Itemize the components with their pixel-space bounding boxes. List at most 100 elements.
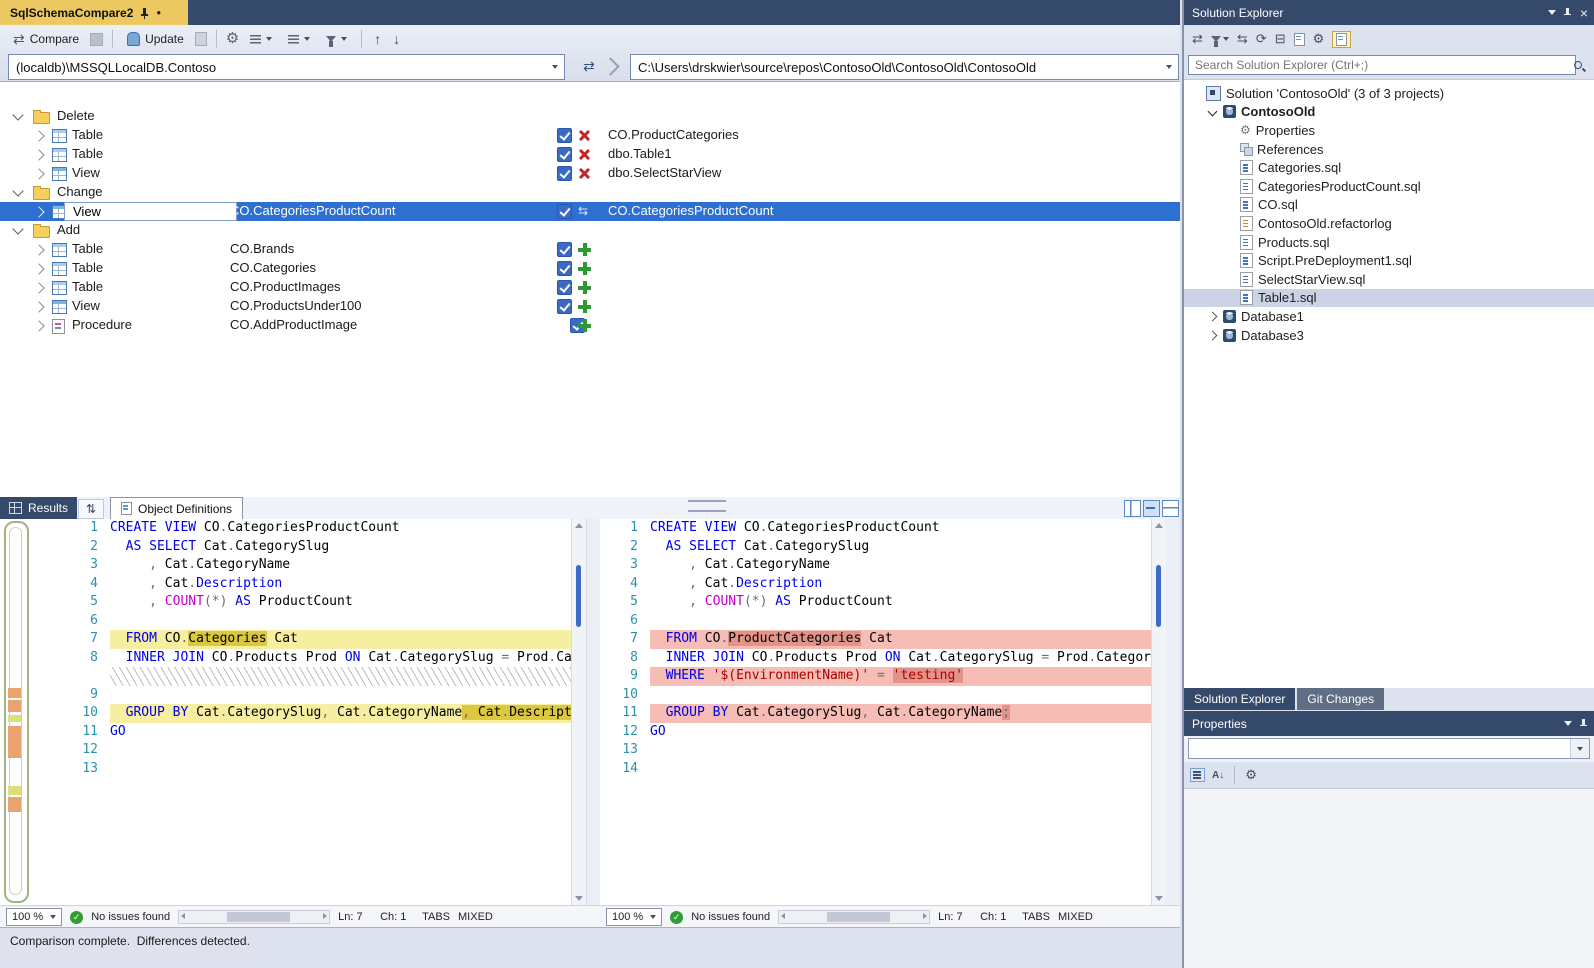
- source-connection-dropdown[interactable]: (localdb)\MSSQLLocalDB.Contoso: [8, 54, 565, 80]
- tree-item-contosoold[interactable]: ContosoOld: [1184, 103, 1594, 122]
- code-line[interactable]: 10: [600, 686, 1166, 705]
- code-line[interactable]: 12GO: [600, 723, 1166, 742]
- code-line[interactable]: 1CREATE VIEW CO.CategoriesProductCount: [600, 519, 1166, 538]
- tree-item-categories-sql[interactable]: Categories.sql: [1184, 158, 1594, 177]
- source-definition-editor[interactable]: 1CREATE VIEW CO.CategoriesProductCount2 …: [32, 519, 586, 905]
- switch-views-icon[interactable]: ⇆: [1237, 31, 1248, 47]
- categorized-icon[interactable]: [1190, 768, 1205, 782]
- type-cell-focused[interactable]: View: [64, 202, 237, 221]
- code-line[interactable]: 4 , Cat.Description: [32, 575, 586, 594]
- collapsed-chevron-icon[interactable]: [1207, 332, 1218, 339]
- show-all-files-icon[interactable]: [1294, 33, 1305, 46]
- property-pages-icon[interactable]: ⚙: [1245, 767, 1257, 783]
- code-line[interactable]: 4 , Cat.Description: [600, 575, 1166, 594]
- code-line[interactable]: 2 AS SELECT Cat.CategorySlug: [32, 538, 586, 557]
- update-button[interactable]: Update: [122, 30, 189, 48]
- row-expand-chevron-icon[interactable]: [33, 149, 44, 160]
- compare-group-delete[interactable]: Delete: [0, 107, 1180, 126]
- sort-results-button[interactable]: [283, 33, 315, 46]
- pin-icon[interactable]: [140, 7, 149, 19]
- tree-item-co-sql[interactable]: CO.sql: [1184, 196, 1594, 215]
- code-line[interactable]: [32, 667, 586, 686]
- auto-hide-pin-icon[interactable]: [1564, 7, 1572, 19]
- compare-row[interactable]: TableCO.ProductImages: [0, 278, 1180, 297]
- refresh-icon[interactable]: ⟳: [1256, 31, 1267, 47]
- scrollbar-thumb[interactable]: [576, 565, 581, 627]
- target-connection-dropdown[interactable]: C:\Users\drskwier\source\repos\ContosoOl…: [630, 54, 1179, 80]
- left-horizontal-scrollbar[interactable]: [178, 910, 330, 924]
- row-expand-chevron-icon[interactable]: [33, 263, 44, 274]
- code-line[interactable]: 5 , COUNT(*) AS ProductCount: [600, 593, 1166, 612]
- tab-sqlschemacompare2[interactable]: SqlSchemaCompare2 ●: [0, 0, 188, 25]
- code-line[interactable]: 2 AS SELECT Cat.CategorySlug: [600, 538, 1166, 557]
- include-checkbox[interactable]: [557, 242, 572, 257]
- switch-direction-icon[interactable]: ⇄: [578, 56, 600, 77]
- code-line[interactable]: 10 GROUP BY Cat.CategorySlug, Cat.Catego…: [32, 704, 586, 723]
- target-definition-editor[interactable]: 1CREATE VIEW CO.CategoriesProductCount2 …: [600, 519, 1166, 905]
- layout-split-icon[interactable]: [1162, 500, 1179, 517]
- group-expand-chevron-icon[interactable]: [12, 109, 23, 120]
- sync-with-active-document-icon[interactable]: ⇄: [1192, 31, 1203, 47]
- code-line[interactable]: 13: [32, 760, 586, 779]
- tree-item-selectstarview-sql[interactable]: SelectStarView.sql: [1184, 270, 1594, 289]
- code-line[interactable]: 13: [600, 741, 1166, 760]
- code-line[interactable]: 1CREATE VIEW CO.CategoriesProductCount: [32, 519, 586, 538]
- compare-row[interactable]: ViewCO.CategoriesProductCount⇆CO.Categor…: [0, 202, 1180, 221]
- options-gear-icon[interactable]: ⚙: [226, 32, 239, 46]
- tree-item-categoriesproductcount-sql[interactable]: CategoriesProductCount.sql: [1184, 177, 1594, 196]
- tab-git-changes[interactable]: Git Changes: [1297, 688, 1384, 710]
- include-checkbox[interactable]: [557, 299, 572, 314]
- compare-row[interactable]: Tabledbo.Table1: [0, 145, 1180, 164]
- collapsed-chevron-icon[interactable]: [1207, 313, 1218, 320]
- properties-object-dropdown[interactable]: [1188, 738, 1590, 759]
- right-horizontal-scrollbar[interactable]: [778, 910, 930, 924]
- code-line[interactable]: 14: [600, 760, 1166, 779]
- tree-item-references[interactable]: References: [1184, 140, 1594, 159]
- diff-overview-margin[interactable]: [0, 519, 32, 905]
- right-editor-vertical-scrollbar[interactable]: [1151, 519, 1166, 905]
- preview-selected-items-icon[interactable]: [1332, 31, 1351, 48]
- tab-object-definitions[interactable]: Object Definitions: [110, 497, 243, 519]
- group-results-button[interactable]: [245, 33, 277, 46]
- row-expand-chevron-icon[interactable]: [33, 301, 44, 312]
- group-expand-chevron-icon[interactable]: [12, 223, 23, 234]
- scrollbar-thumb[interactable]: [1156, 565, 1161, 627]
- tree-item-solution-contosoold-3-of-3-projects[interactable]: Solution 'ContosoOld' (3 of 3 projects): [1184, 84, 1594, 103]
- group-expand-chevron-icon[interactable]: [12, 185, 23, 196]
- code-line[interactable]: 6: [32, 612, 586, 631]
- code-line[interactable]: 3 , Cat.CategoryName: [600, 556, 1166, 575]
- search-icon[interactable]: [1573, 60, 1586, 73]
- close-icon[interactable]: ×: [1580, 6, 1588, 20]
- compare-group-add[interactable]: Add: [0, 221, 1180, 240]
- include-checkbox[interactable]: [557, 147, 572, 162]
- row-expand-chevron-icon[interactable]: [33, 168, 44, 179]
- code-line[interactable]: 7 FROM CO.Categories Cat: [32, 630, 586, 649]
- tree-item-table1-sql[interactable]: Table1.sql: [1184, 289, 1594, 308]
- search-input[interactable]: [1188, 55, 1576, 75]
- pending-changes-filter-icon[interactable]: [1211, 36, 1229, 42]
- auto-hide-pin-icon[interactable]: [1580, 718, 1588, 730]
- code-line[interactable]: 11GO: [32, 723, 586, 742]
- next-change-icon[interactable]: ↓: [390, 31, 403, 47]
- code-line[interactable]: 12: [32, 741, 586, 760]
- filter-button[interactable]: [321, 34, 352, 44]
- previous-change-icon[interactable]: ↑: [371, 31, 384, 47]
- expanded-chevron-icon[interactable]: [1207, 108, 1218, 115]
- layout-side-by-side-icon[interactable]: [1124, 500, 1141, 517]
- code-line[interactable]: 8 INNER JOIN CO.Products Prod ON Cat.Cat…: [32, 649, 586, 668]
- row-expand-chevron-icon[interactable]: [33, 282, 44, 293]
- window-menu-chevron-icon[interactable]: [1548, 10, 1556, 15]
- tree-item-products-sql[interactable]: Products.sql: [1184, 233, 1594, 252]
- code-line[interactable]: 11 GROUP BY Cat.CategorySlug, Cat.Catego…: [600, 704, 1166, 723]
- code-line[interactable]: 7 FROM CO.ProductCategories Cat: [600, 630, 1166, 649]
- left-editor-vertical-scrollbar[interactable]: [571, 519, 586, 905]
- row-expand-chevron-icon[interactable]: [33, 130, 44, 141]
- code-line[interactable]: 6: [600, 612, 1166, 631]
- code-line[interactable]: 8 INNER JOIN CO.Products Prod ON Cat.Cat…: [600, 649, 1166, 668]
- tree-item-script-predeployment1-sql[interactable]: Script.PreDeployment1.sql: [1184, 251, 1594, 270]
- generate-script-icon[interactable]: [195, 32, 207, 46]
- compare-row[interactable]: ViewCO.ProductsUnder100: [0, 297, 1180, 316]
- tab-results[interactable]: Results: [0, 497, 77, 519]
- scroll-down-icon[interactable]: [575, 896, 583, 901]
- dropdown-caret[interactable]: [1160, 55, 1178, 79]
